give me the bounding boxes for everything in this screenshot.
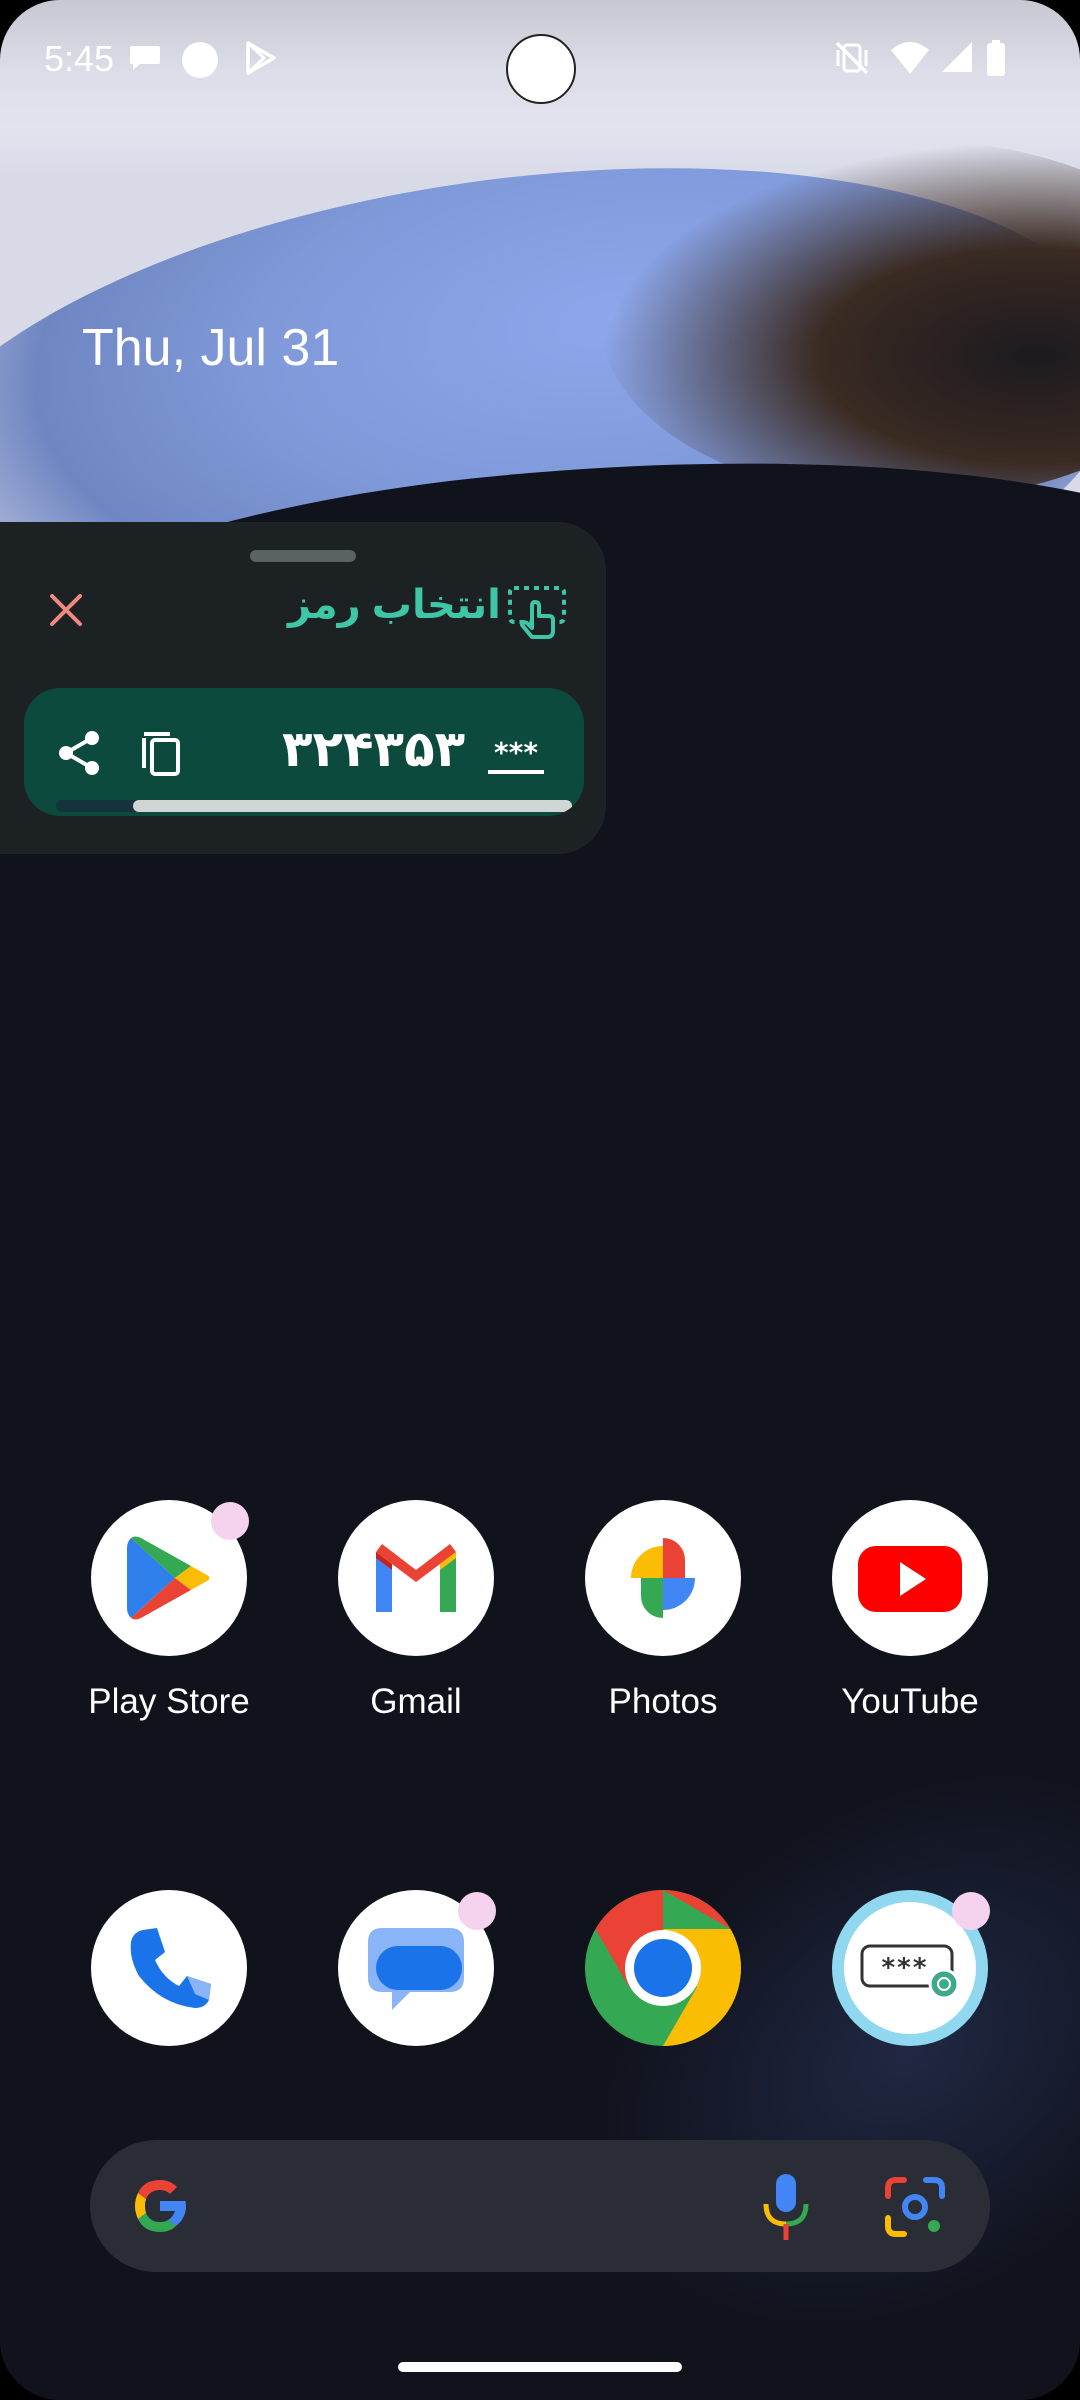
lockscreen-date[interactable]: Thu, Jul 31	[82, 318, 339, 378]
panel-title: انتخاب رمز	[288, 583, 501, 627]
share-icon[interactable]	[54, 728, 104, 778]
status-clock: 5:45	[44, 38, 115, 79]
cell-signal-icon	[942, 42, 972, 72]
app-label: Play Store	[88, 1682, 250, 1721]
otp-code[interactable]: ۳۲۴۳۵۳	[282, 720, 465, 778]
timer-progress-fill	[133, 800, 572, 812]
chrome-icon	[585, 1890, 741, 2046]
play-triangle-icon	[246, 41, 276, 75]
home-screen: 5:45 Thu, Jul 31 انتخاب رمز ۳۲۴۳۵۳ *** P…	[0, 0, 1080, 2400]
app-play-store[interactable]: Play Store	[69, 1500, 269, 1722]
circle-notification-icon	[182, 42, 218, 78]
notification-badge	[952, 1892, 990, 1930]
app-password-manager[interactable]: ***	[810, 1890, 1010, 2046]
wifi-icon	[891, 42, 929, 74]
youtube-icon	[832, 1500, 988, 1656]
copy-icon[interactable]	[136, 728, 186, 778]
close-icon[interactable]	[44, 588, 88, 632]
drag-handle[interactable]	[250, 550, 356, 562]
gesture-nav-handle[interactable]	[398, 2362, 682, 2372]
app-label: YouTube	[841, 1682, 979, 1721]
notification-badge	[458, 1892, 496, 1930]
google-search-bar[interactable]	[90, 2140, 990, 2272]
app-label: Gmail	[370, 1682, 462, 1721]
svg-text:***: ***	[881, 1953, 928, 1983]
code-card[interactable]: ۳۲۴۳۵۳ ***	[24, 688, 584, 816]
google-g-icon[interactable]	[128, 2174, 192, 2238]
timer-progress-track	[56, 800, 572, 812]
password-pin-icon: ***	[488, 736, 544, 774]
otp-floating-panel: انتخاب رمز ۳۲۴۳۵۳ ***	[0, 522, 606, 854]
app-messages[interactable]	[316, 1890, 516, 2046]
tap-select-icon	[508, 586, 566, 639]
play-store-icon	[91, 1500, 249, 1656]
photos-icon	[585, 1500, 741, 1656]
lens-icon[interactable]	[882, 2174, 948, 2240]
chat-bubble-icon	[130, 46, 160, 70]
app-chrome[interactable]	[563, 1890, 763, 2046]
app-photos[interactable]: Photos	[563, 1500, 763, 1722]
app-youtube[interactable]: YouTube	[810, 1500, 1010, 1722]
status-bar: 5:45	[0, 0, 1080, 120]
microphone-icon[interactable]	[758, 2170, 814, 2244]
gmail-icon	[338, 1500, 494, 1656]
vibrate-off-icon	[835, 41, 869, 75]
app-gmail[interactable]: Gmail	[316, 1500, 516, 1722]
phone-icon	[91, 1890, 247, 2046]
app-label: Photos	[608, 1682, 718, 1721]
battery-icon	[987, 40, 1005, 76]
app-phone[interactable]	[69, 1890, 269, 2046]
camera-cutout	[506, 34, 576, 104]
messages-icon	[338, 1890, 496, 2046]
svg-text:***: ***	[494, 736, 538, 769]
password-app-icon: ***	[832, 1890, 990, 2046]
notification-badge	[211, 1502, 249, 1540]
